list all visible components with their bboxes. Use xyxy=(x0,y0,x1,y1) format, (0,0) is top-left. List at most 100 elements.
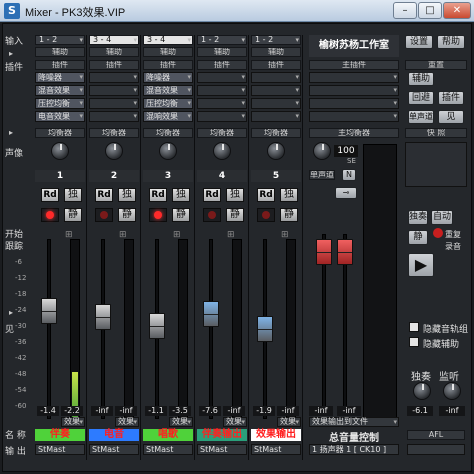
mute-button[interactable]: 静 xyxy=(226,208,244,222)
n-button[interactable]: N xyxy=(342,169,356,181)
solo-knob-icon[interactable] xyxy=(413,382,431,400)
master-output-dropdown[interactable]: 1 扬声器 1 [ CK10 ] xyxy=(309,444,399,455)
read-button[interactable]: Rd xyxy=(203,188,221,202)
play-icon[interactable]: ▶ xyxy=(408,253,434,277)
master-pan-knob-icon[interactable] xyxy=(313,142,331,160)
plugin-slot[interactable] xyxy=(251,85,301,96)
expand-arrow-icon[interactable]: ▸ xyxy=(9,128,13,137)
output-dropdown[interactable]: StMast xyxy=(197,444,247,455)
mode-dropdown[interactable]: 效果 xyxy=(115,417,139,427)
plugin-slot[interactable]: 降噪器 xyxy=(35,72,85,83)
pan-knob-icon[interactable] xyxy=(213,142,231,160)
mode-dropdown[interactable]: 效果 xyxy=(61,417,85,427)
solo-button[interactable]: 独 xyxy=(118,188,136,202)
settings-button[interactable]: 设置 xyxy=(405,35,433,49)
plugin-slot[interactable] xyxy=(197,98,247,109)
minimize-button[interactable]: – xyxy=(393,2,417,19)
master-plugin-slot[interactable] xyxy=(309,98,399,109)
plugin-slot[interactable] xyxy=(251,98,301,109)
plugin-slot[interactable] xyxy=(89,85,139,96)
plugin-slot[interactable] xyxy=(251,111,301,122)
aux-side-button[interactable]: 辅助 xyxy=(408,72,434,86)
help-button[interactable]: 帮助 xyxy=(437,35,465,49)
read-button[interactable]: Rd xyxy=(41,188,59,202)
solo-button[interactable]: 独 xyxy=(280,188,298,202)
channel-fader[interactable] xyxy=(149,312,165,339)
channel-fader[interactable] xyxy=(41,297,57,324)
pan-knob-icon[interactable] xyxy=(159,142,177,160)
read-button[interactable]: Rd xyxy=(95,188,113,202)
afl-button[interactable]: AFL xyxy=(407,430,465,440)
channel-fader[interactable] xyxy=(203,300,219,327)
record-button[interactable] xyxy=(149,208,167,222)
mute-button[interactable]: 静 xyxy=(118,208,136,222)
solo-button[interactable]: 独 xyxy=(226,188,244,202)
mode-dropdown[interactable]: 效果 xyxy=(277,417,301,427)
pan-knob-icon[interactable] xyxy=(267,142,285,160)
record-button[interactable] xyxy=(203,208,221,222)
monitor-knob-icon[interactable] xyxy=(443,382,461,400)
mono-side-button[interactable]: 单声道 xyxy=(408,110,434,124)
plugin-slot[interactable] xyxy=(89,98,139,109)
read-button[interactable]: Rd xyxy=(149,188,167,202)
rewind-side-button[interactable]: 回避 xyxy=(408,91,434,105)
record-button[interactable] xyxy=(41,208,59,222)
plugin-slot[interactable]: 电音效果 xyxy=(35,111,85,122)
master-fader-left[interactable] xyxy=(316,239,332,265)
pan-knob-icon[interactable] xyxy=(51,142,69,160)
plugin-slot[interactable] xyxy=(89,111,139,122)
input-dropdown[interactable]: 3 - 4 xyxy=(89,35,139,45)
solo-button[interactable]: 独 xyxy=(172,188,190,202)
mute-button[interactable]: 静 xyxy=(280,208,298,222)
plugin-slot[interactable] xyxy=(197,111,247,122)
solo-button[interactable]: 独 xyxy=(64,188,82,202)
master-fader-right[interactable] xyxy=(337,239,353,265)
plugin-slot[interactable]: 降噪器 xyxy=(143,72,193,83)
hide-aux-checkbox[interactable] xyxy=(409,337,419,347)
record-button[interactable] xyxy=(95,208,113,222)
maximize-button[interactable]: □ xyxy=(418,2,442,19)
plugin-slot[interactable] xyxy=(89,72,139,83)
master-plugin-slot[interactable] xyxy=(309,111,399,122)
input-dropdown[interactable]: 3 - 4 xyxy=(143,35,193,45)
plugin-slot[interactable] xyxy=(251,72,301,83)
master-plugin-slot[interactable] xyxy=(309,72,399,83)
pan-knob-icon[interactable] xyxy=(105,142,123,160)
view-side-button[interactable]: 见 xyxy=(438,110,464,124)
expand-arrow-icon[interactable]: ▸ xyxy=(9,308,13,317)
auto-side-button[interactable]: 自动 xyxy=(431,210,453,225)
plugin-slot[interactable]: 混音效果 xyxy=(143,85,193,96)
solo-side-button[interactable]: 独奏 xyxy=(408,210,428,225)
plugin-slot[interactable]: 压控均衡 xyxy=(35,98,85,109)
input-dropdown[interactable]: 1 - 2 xyxy=(251,35,301,45)
plugin-slot[interactable] xyxy=(197,72,247,83)
mute-button[interactable]: 静 xyxy=(64,208,82,222)
expand-arrow-icon[interactable]: ▸ xyxy=(9,49,13,58)
monitor-output-dropdown[interactable] xyxy=(407,444,465,455)
mute-button[interactable]: 静 xyxy=(172,208,190,222)
output-dropdown[interactable]: StMast xyxy=(89,444,139,455)
mute-side-button[interactable]: 静 xyxy=(408,230,428,245)
plugin-slot[interactable] xyxy=(197,85,247,96)
plugin-slot[interactable]: 混响效果 xyxy=(143,111,193,122)
link-icon[interactable]: ⊸ xyxy=(335,187,357,199)
hide-groups-checkbox[interactable] xyxy=(409,322,419,332)
output-dropdown[interactable]: StMast xyxy=(143,444,193,455)
master-plugin-slot[interactable] xyxy=(309,85,399,96)
record-button[interactable] xyxy=(257,208,275,222)
mode-dropdown[interactable]: 效果 xyxy=(169,417,193,427)
mode-dropdown[interactable]: 效果 xyxy=(223,417,247,427)
channel-fader[interactable] xyxy=(95,303,111,330)
output-dropdown[interactable]: StMast xyxy=(251,444,301,455)
insert-side-button[interactable]: 插件 xyxy=(438,91,464,105)
master-assign-dropdown[interactable]: 效果输出到文件 xyxy=(309,417,399,427)
input-dropdown[interactable]: 1 - 2 xyxy=(35,35,85,45)
close-button[interactable]: ✕ xyxy=(443,2,471,19)
mono-button[interactable]: 单声道 xyxy=(309,170,335,180)
plugin-slot[interactable]: 混音效果 xyxy=(35,85,85,96)
input-dropdown[interactable]: 1 - 2 xyxy=(197,35,247,45)
output-dropdown[interactable]: StMast xyxy=(35,444,85,455)
plugin-slot[interactable]: 压控均衡 xyxy=(143,98,193,109)
read-button[interactable]: Rd xyxy=(257,188,275,202)
channel-fader[interactable] xyxy=(257,316,273,342)
